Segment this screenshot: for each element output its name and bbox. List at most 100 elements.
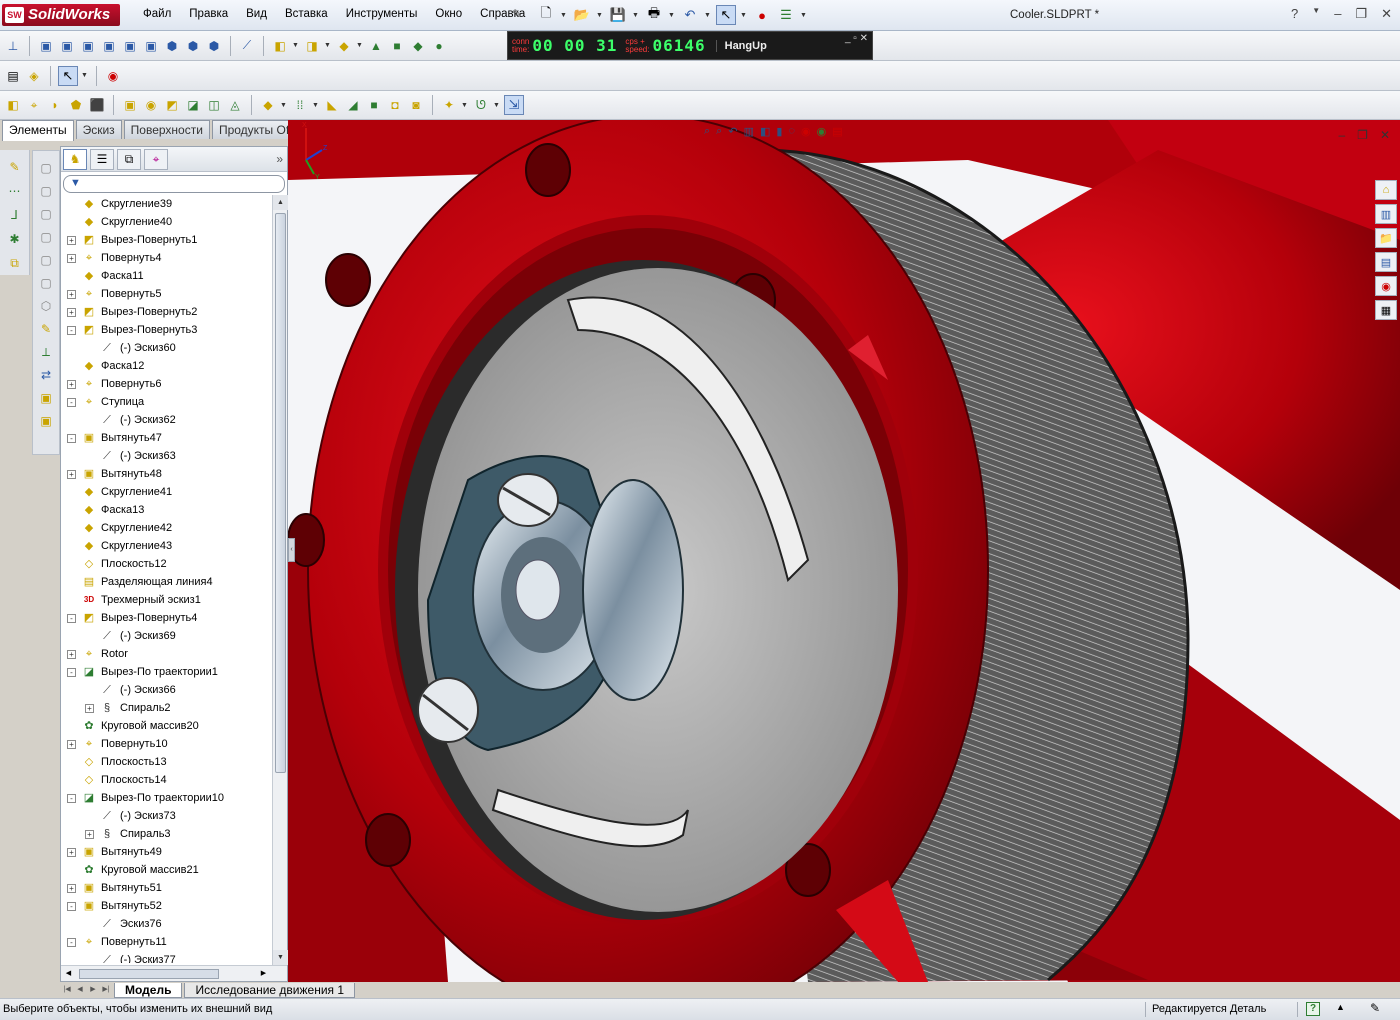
- feature-tree-node[interactable]: ⟋ (-) Эскиз69: [61, 627, 272, 645]
- view-cube-back-icon[interactable]: ▢: [37, 251, 55, 269]
- top-view-icon[interactable]: ▣: [121, 37, 139, 55]
- zoom-to-fit-icon[interactable]: ⌕: [704, 125, 710, 138]
- feature-tree-node[interactable]: ⟋ (-) Эскиз63: [61, 447, 272, 465]
- boss-extrude-icon[interactable]: ◧: [4, 96, 22, 114]
- expand-node-icon[interactable]: +: [67, 470, 76, 479]
- feature-tree-node[interactable]: ✿ Круговой массив21: [61, 861, 272, 879]
- dimetric-view-icon[interactable]: ⬢: [205, 37, 223, 55]
- graphics-area[interactable]: ⌕ ⌕ ↶ ▥ ◧ ▮ ◌ ◉ ◉ ▤ – ❐ ✕ ⌂ ▥ 📁 ▤ ◉ ▦ ‹ …: [288, 120, 1400, 982]
- section-view-hud-icon[interactable]: ▥: [744, 125, 754, 138]
- feature-tree-node[interactable]: ◆ Скругление41: [61, 483, 272, 501]
- viewport-close-icon[interactable]: ✕: [1380, 128, 1390, 142]
- panel-collapse-handle[interactable]: ‹: [288, 538, 295, 562]
- first-tab-icon[interactable]: |◀: [61, 984, 73, 996]
- display-style-icon[interactable]: ▮: [776, 125, 782, 138]
- back-view-icon[interactable]: ▣: [58, 37, 76, 55]
- left-view-icon[interactable]: ▣: [79, 37, 97, 55]
- feature-tree-node[interactable]: ◆ Фаска11: [61, 267, 272, 285]
- feature-tree-node[interactable]: ◆ Фаска12: [61, 357, 272, 375]
- expand-node-icon[interactable]: +: [67, 884, 76, 893]
- feature-tree-node[interactable]: ◇ Плоскость12: [61, 555, 272, 573]
- view-cube-right-icon[interactable]: ▢: [37, 205, 55, 223]
- hide-show-items-icon[interactable]: ◌: [788, 125, 795, 138]
- expand-panel-icon[interactable]: »: [276, 152, 283, 166]
- feature-tree-node[interactable]: - ◪ Вырез-По траектории1: [61, 663, 272, 681]
- feature-tree-node[interactable]: - ▣ Вытянуть47: [61, 429, 272, 447]
- expand-node-icon[interactable]: +: [67, 848, 76, 857]
- macro-close-icon[interactable]: _ ▫ ✕: [845, 33, 868, 44]
- save-dropdown[interactable]: ▼: [632, 5, 640, 25]
- feature-tree-node[interactable]: ◆ Фаска13: [61, 501, 272, 519]
- appearance-icon[interactable]: ◉: [104, 67, 122, 85]
- coordinate-system-icon[interactable]: ⅃: [6, 206, 24, 224]
- view-cube-top-icon[interactable]: ▢: [37, 182, 55, 200]
- last-tab-icon[interactable]: ▶|: [100, 984, 112, 996]
- cut-sweep-icon[interactable]: ◪: [184, 96, 202, 114]
- feature-tree-node[interactable]: + § Спираль2: [61, 699, 272, 717]
- custom-properties-icon[interactable]: ▦: [1375, 300, 1397, 320]
- select-dropdown[interactable]: ▼: [740, 5, 748, 25]
- extrude-cut-icon[interactable]: ◨: [303, 37, 321, 55]
- options-dropdown[interactable]: ▼: [800, 5, 808, 25]
- expand-node-icon[interactable]: +: [67, 236, 76, 245]
- draft-feature-icon[interactable]: ◢: [344, 96, 362, 114]
- scroll-thumb[interactable]: [275, 213, 286, 773]
- undo-icon[interactable]: ↶: [680, 5, 700, 25]
- solidworks-logo[interactable]: SW SolidWorks: [2, 4, 120, 26]
- feature-tree-node[interactable]: - ⌖ Ступица: [61, 393, 272, 411]
- apply-scene-icon[interactable]: ◉: [817, 125, 827, 138]
- edit-appearance-icon[interactable]: ◉: [801, 125, 811, 138]
- menu-insert[interactable]: Вставка: [276, 8, 337, 20]
- feature-tree-filter[interactable]: ▼: [63, 175, 285, 193]
- help-question-icon[interactable]: ?: [1291, 6, 1298, 22]
- curves-dropdown[interactable]: ▼: [493, 102, 501, 109]
- tab-motion-study[interactable]: Исследование движения 1: [184, 982, 356, 998]
- options-icon[interactable]: ☰: [776, 5, 796, 25]
- feature-tree-node[interactable]: - ⌖ Повернуть11: [61, 933, 272, 951]
- tab-sketch[interactable]: Эскиз: [75, 120, 122, 139]
- tab-features[interactable]: Элементы: [2, 120, 74, 141]
- scroll-down-icon[interactable]: ▼: [273, 950, 288, 965]
- feature-tree-node[interactable]: 3D Трехмерный эскиз1: [61, 591, 272, 609]
- expand-node-icon[interactable]: +: [67, 308, 76, 317]
- feature-tree-node[interactable]: ⟋ (-) Эскиз77: [61, 951, 272, 963]
- insert-block-icon[interactable]: ▣: [37, 412, 55, 430]
- collapse-node-icon[interactable]: -: [67, 434, 76, 443]
- feature-tree-node[interactable]: ⟋ (-) Эскиз62: [61, 411, 272, 429]
- fillet-feature-dropdown[interactable]: ▼: [280, 102, 288, 109]
- shell-feature-icon[interactable]: ■: [365, 96, 383, 114]
- quick-help-icon[interactable]: ?: [1306, 1002, 1320, 1016]
- cut-boundary-icon[interactable]: ◬: [226, 96, 244, 114]
- view-settings-icon[interactable]: ▤: [832, 125, 842, 138]
- extrude-boss-icon[interactable]: ◧: [271, 37, 289, 55]
- print-icon[interactable]: 🖶: [644, 5, 664, 25]
- feature-tree-node[interactable]: + ◩ Вырез-Повернуть2: [61, 303, 272, 321]
- solidworks-resources-icon[interactable]: ⌂: [1375, 180, 1397, 200]
- feature-tree-node[interactable]: + ◩ Вырез-Повернуть1: [61, 231, 272, 249]
- previous-view-icon[interactable]: ↶: [728, 125, 737, 138]
- swept-boss-icon[interactable]: ◗: [46, 96, 64, 114]
- fillet-dropdown[interactable]: ▼: [356, 42, 364, 49]
- feature-tree-node[interactable]: ◆ Скругление40: [61, 213, 272, 231]
- select-tool-dropdown[interactable]: ▼: [81, 72, 89, 79]
- model-render[interactable]: [288, 120, 1400, 982]
- feature-tree-node[interactable]: ✿ Круговой массив20: [61, 717, 272, 735]
- feature-tree-node[interactable]: + ⌖ Повернуть5: [61, 285, 272, 303]
- file-explorer-icon[interactable]: 📁: [1375, 228, 1397, 248]
- expand-node-icon[interactable]: +: [85, 704, 94, 713]
- front-view-icon[interactable]: ▣: [37, 37, 55, 55]
- new-document-icon[interactable]: 🗋: [536, 5, 556, 25]
- configuration-manager-tab-icon[interactable]: ⧉: [117, 148, 141, 170]
- new-dropdown[interactable]: ▼: [560, 5, 568, 25]
- cut-extrude-icon[interactable]: ▣: [121, 96, 139, 114]
- linear-pattern-icon[interactable]: ⁞⁞: [291, 96, 309, 114]
- feature-tree-node[interactable]: + ▣ Вытянуть51: [61, 879, 272, 897]
- feature-tree-tab-icon[interactable]: ♞: [63, 148, 87, 170]
- prev-tab-icon[interactable]: ◀: [74, 984, 86, 996]
- expand-node-icon[interactable]: +: [67, 290, 76, 299]
- select-arrow-icon[interactable]: ↖: [716, 5, 736, 25]
- view-cube-left-icon[interactable]: ▢: [37, 228, 55, 246]
- next-tab-icon[interactable]: ▶: [87, 984, 99, 996]
- expand-node-icon[interactable]: +: [67, 650, 76, 659]
- design-library-icon[interactable]: ▥: [1375, 204, 1397, 224]
